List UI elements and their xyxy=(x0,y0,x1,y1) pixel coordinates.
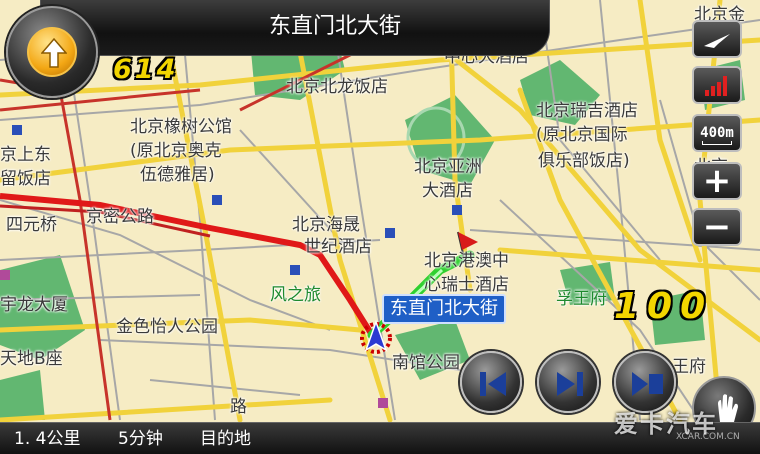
poi-label: (原北京国际 xyxy=(536,125,628,145)
speed-display: 100 xyxy=(614,286,714,327)
compass-arrow-icon xyxy=(704,34,730,48)
zoom-in-button[interactable]: + xyxy=(692,161,742,201)
gps-signal-icon xyxy=(705,76,727,96)
zoom-out-icon: − xyxy=(702,207,732,247)
poi-label: 路 xyxy=(230,397,247,417)
poi-label: 金色怡人公园 xyxy=(116,317,218,337)
poi-label: (原北京奥克 xyxy=(130,141,222,161)
poi-label: 北京橡树公馆 xyxy=(130,117,232,137)
poi-label: 俱乐部饭店) xyxy=(538,151,630,171)
poi-label: 北京北龙饭店 xyxy=(286,77,388,97)
poi-label: 伍德雅居) xyxy=(140,165,215,185)
poi-label: 南馆公园 xyxy=(392,353,460,373)
poi-label: 大酒店 xyxy=(422,181,473,201)
poi-label: 北京港澳中 xyxy=(424,251,509,271)
turn-direction-button[interactable] xyxy=(6,6,98,98)
scale-indicator: 400m xyxy=(692,114,742,152)
current-street-name: 东直门北大街 xyxy=(268,14,401,39)
previous-icon xyxy=(480,372,506,396)
poi-label: 宇龙大厦 xyxy=(0,295,68,315)
remaining-time: 5分钟 xyxy=(118,429,163,449)
zoom-in-icon: + xyxy=(702,161,732,201)
poi-label: 北京瑞吉酒店 xyxy=(536,101,638,121)
poi-label: 风之旅 xyxy=(270,285,321,305)
next-button[interactable] xyxy=(537,351,599,413)
next-icon xyxy=(557,372,583,396)
road-name-callout: 东直门北大街 xyxy=(382,294,506,324)
poi-label: 北京海晟 xyxy=(292,215,360,235)
title-bar: 东直门北大街 xyxy=(40,0,550,56)
remaining-distance: 1. 4公里 xyxy=(14,429,81,449)
poi-label: 王府 xyxy=(672,357,706,377)
poi-label: 天地B座 xyxy=(0,349,63,369)
poi-label: 北京亚洲 xyxy=(414,157,482,177)
poi-label: 京密公路 xyxy=(86,207,154,227)
poi-label: 世纪酒店 xyxy=(304,237,372,257)
watermark-sub: XCAR.COM.CN xyxy=(676,432,740,442)
compass-button[interactable] xyxy=(692,20,742,58)
previous-button[interactable] xyxy=(460,351,522,413)
poi-label: 留饭店 xyxy=(0,169,51,189)
turn-indicator xyxy=(27,27,77,77)
poi-label: 心瑞士酒店 xyxy=(424,275,509,295)
poi-label: 四元桥 xyxy=(6,215,57,235)
distance-to-turn: 614 xyxy=(113,54,179,85)
stop-icon xyxy=(632,372,663,396)
arrow-up-icon xyxy=(41,37,67,68)
zoom-out-button[interactable]: − xyxy=(692,207,742,247)
destination-label[interactable]: 目的地 xyxy=(200,427,251,451)
poi-label: 孚王府 xyxy=(556,289,607,309)
scale-bar xyxy=(702,141,732,145)
poi-label: 京上东 xyxy=(0,145,51,165)
gps-signal-button[interactable] xyxy=(692,66,742,104)
